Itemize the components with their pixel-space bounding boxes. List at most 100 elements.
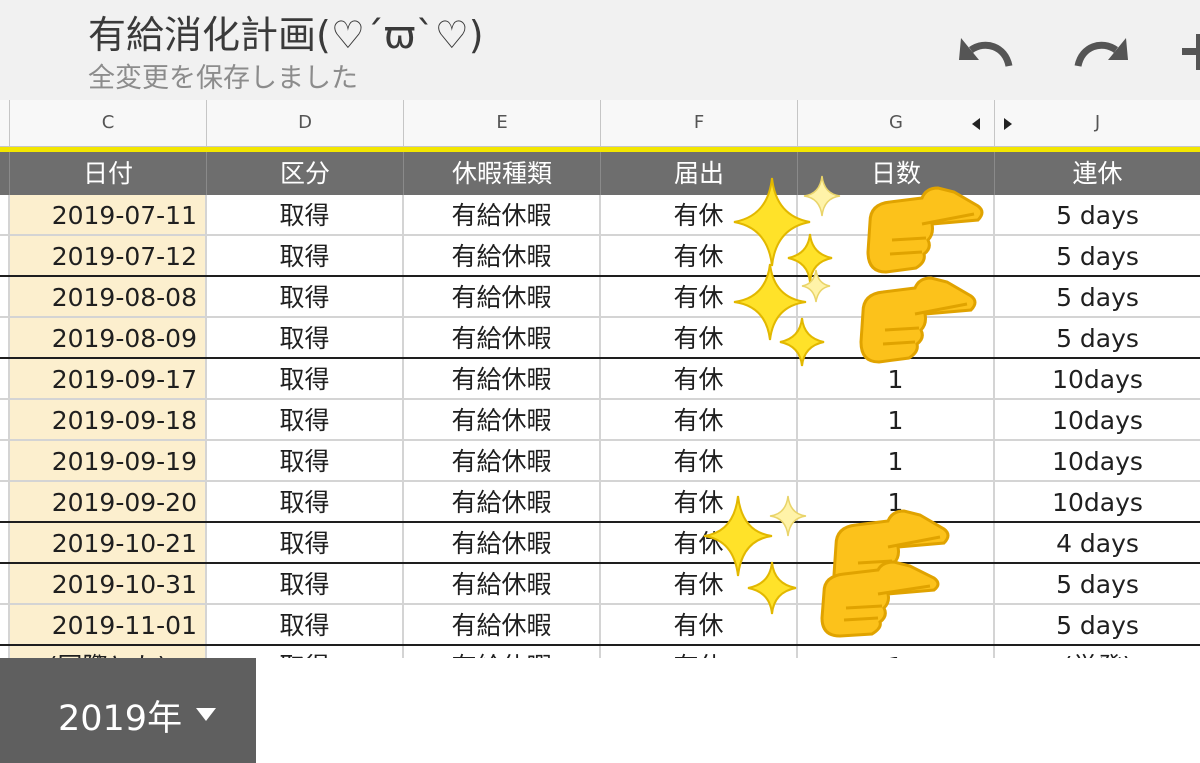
cell-todoke[interactable]: 有休 <box>601 441 798 480</box>
cell-kubun[interactable]: 取得 <box>207 236 404 275</box>
redo-button[interactable] <box>1068 26 1132 78</box>
row-stub <box>0 318 10 357</box>
cell-date[interactable]: 2019-07-11 <box>10 195 207 234</box>
table-header-kubun[interactable]: 区分 <box>207 152 404 195</box>
cell-date[interactable]: 2019-10-31 <box>10 564 207 603</box>
cell-todoke[interactable]: 有休 <box>601 646 798 658</box>
table-row: 2019-09-20 取得 有給休暇 有休 1 10days <box>0 482 1200 523</box>
table-row: 2019-07-12 取得 有給休暇 有休 5 days <box>0 236 1200 277</box>
cell-date[interactable]: 2019-10-21 <box>10 523 207 562</box>
cell-renkyu[interactable]: 5 days <box>995 236 1200 275</box>
column-header-c[interactable]: C <box>10 100 207 146</box>
cell-type[interactable]: 有給休暇 <box>404 400 601 439</box>
cell-renkyu[interactable]: 5 days <box>995 318 1200 357</box>
pointing-hand-icon <box>859 276 977 364</box>
cell-renkyu[interactable]: (単発) <box>995 646 1200 658</box>
cell-kubun[interactable]: 取得 <box>207 359 404 398</box>
cell-kubun[interactable]: 取得 <box>207 646 404 658</box>
cell-kubun[interactable]: 取得 <box>207 400 404 439</box>
sheet-tab-label: 2019年 <box>58 699 183 739</box>
pointing-hand-icon <box>820 560 940 638</box>
cell-type[interactable]: 有給休暇 <box>404 523 601 562</box>
cell-renkyu[interactable]: 5 days <box>995 605 1200 644</box>
row-stub <box>0 441 10 480</box>
cell-renkyu[interactable]: 5 days <box>995 195 1200 234</box>
document-title[interactable]: 有給消化計画(♡´ϖ`♡) <box>88 4 484 59</box>
column-header-d[interactable]: D <box>207 100 404 146</box>
table-row: 2019-10-31 取得 有給休暇 有休 5 days <box>0 564 1200 605</box>
cell-kubun[interactable]: 取得 <box>207 441 404 480</box>
table-row: 2019-09-19 取得 有給休暇 有休 1 10days <box>0 441 1200 482</box>
redo-icon <box>1074 38 1128 68</box>
cell-type[interactable]: 有給休暇 <box>404 605 601 644</box>
cell-renkyu[interactable]: 5 days <box>995 564 1200 603</box>
table-header-date[interactable]: 日付 <box>10 152 207 195</box>
cell-type[interactable]: 有給休暇 <box>404 277 601 316</box>
table-row: 2019-10-21 取得 有給休暇 有休 4 days <box>0 523 1200 564</box>
cell-date[interactable]: 2019-09-17 <box>10 359 207 398</box>
cell-kubun[interactable]: 取得 <box>207 318 404 357</box>
cell-date[interactable]: 2019-09-18 <box>10 400 207 439</box>
expand-hidden-columns-right-icon[interactable] <box>1004 118 1012 130</box>
cell-type[interactable]: 有給休暇 <box>404 195 601 234</box>
sheet-tab-2019[interactable]: 2019年 <box>0 658 256 763</box>
cell-kubun[interactable]: 取得 <box>207 277 404 316</box>
expand-hidden-columns-left-icon[interactable] <box>972 118 980 130</box>
row-stub <box>0 236 10 275</box>
cell-date[interactable]: 2019-08-08 <box>10 277 207 316</box>
cell-type[interactable]: 有給休暇 <box>404 318 601 357</box>
column-header-g[interactable]: G <box>798 100 995 146</box>
cell-days[interactable]: 1 <box>798 441 995 480</box>
cell-date[interactable]: 2019-11-01 <box>10 605 207 644</box>
cell-days[interactable]: 1 <box>798 400 995 439</box>
cell-type[interactable]: 有給休暇 <box>404 564 601 603</box>
cell-renkyu[interactable]: 10days <box>995 482 1200 521</box>
row-stub <box>0 195 10 234</box>
spreadsheet-grid[interactable]: C D E F G J 日付 区分 休暇種類 届出 日数 連休 2019-07-… <box>0 100 1200 658</box>
row-stub <box>0 646 10 658</box>
row-stub <box>0 523 10 562</box>
sparkles-icon <box>703 495 807 615</box>
cell-date[interactable]: (国際とか) <box>10 646 207 658</box>
cell-type[interactable]: 有給休暇 <box>404 441 601 480</box>
table-row: (国際とか) 取得 有給休暇 有休 1 (単発) <box>0 646 1200 658</box>
chevron-down-icon[interactable] <box>196 708 216 721</box>
cell-kubun[interactable]: 取得 <box>207 564 404 603</box>
cell-kubun[interactable]: 取得 <box>207 482 404 521</box>
cell-type[interactable]: 有給休暇 <box>404 482 601 521</box>
table-header-renkyu[interactable]: 連休 <box>995 152 1200 195</box>
table-row: 2019-11-01 取得 有給休暇 有休 5 days <box>0 605 1200 646</box>
undo-button[interactable] <box>955 26 1019 78</box>
cell-type[interactable]: 有給休暇 <box>404 236 601 275</box>
cell-renkyu[interactable]: 10days <box>995 400 1200 439</box>
cell-todoke[interactable]: 有休 <box>601 400 798 439</box>
column-header-row: C D E F G J <box>0 100 1200 147</box>
cell-renkyu[interactable]: 10days <box>995 359 1200 398</box>
save-status: 全変更を保存しました <box>88 63 358 94</box>
cell-date[interactable]: 2019-09-19 <box>10 441 207 480</box>
cell-date[interactable]: 2019-09-20 <box>10 482 207 521</box>
app-header: 有給消化計画(♡´ϖ`♡) 全変更を保存しました <box>0 0 1200 100</box>
cell-kubun[interactable]: 取得 <box>207 195 404 234</box>
column-header-j[interactable]: J <box>995 100 1200 146</box>
table-header-type[interactable]: 休暇種類 <box>404 152 601 195</box>
cell-date[interactable]: 2019-08-09 <box>10 318 207 357</box>
cell-kubun[interactable]: 取得 <box>207 523 404 562</box>
cell-days[interactable]: 1 <box>798 646 995 658</box>
add-button[interactable] <box>1178 30 1200 74</box>
undo-icon <box>959 38 1013 68</box>
cell-type[interactable]: 有給休暇 <box>404 359 601 398</box>
cell-renkyu[interactable]: 4 days <box>995 523 1200 562</box>
cell-date[interactable]: 2019-07-12 <box>10 236 207 275</box>
cell-renkyu[interactable]: 5 days <box>995 277 1200 316</box>
cell-type[interactable]: 有給休暇 <box>404 646 601 658</box>
sparkles-icon <box>733 175 841 367</box>
row-stub <box>0 359 10 398</box>
column-header-f[interactable]: F <box>601 100 798 146</box>
cell-renkyu[interactable]: 10days <box>995 441 1200 480</box>
column-header-e[interactable]: E <box>404 100 601 146</box>
table-row: 2019-08-08 取得 有給休暇 有休 5 days <box>0 277 1200 318</box>
column-header-stub <box>0 100 10 146</box>
cell-kubun[interactable]: 取得 <box>207 605 404 644</box>
row-stub <box>0 564 10 603</box>
